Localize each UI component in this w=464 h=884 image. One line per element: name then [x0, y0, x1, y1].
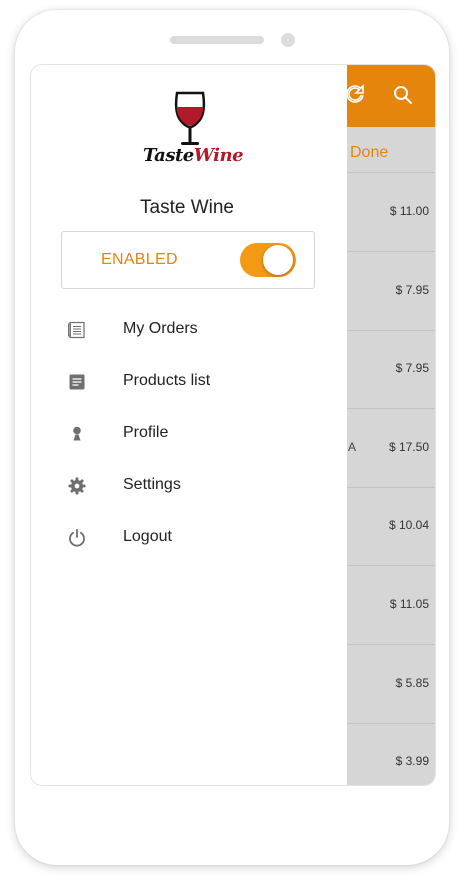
power-icon: [69, 528, 85, 547]
menu-item-profile[interactable]: Profile: [31, 412, 347, 456]
app-logo: TasteWine: [143, 89, 244, 173]
document-icon: [69, 374, 85, 390]
order-row[interactable]: $ 5.85: [347, 645, 435, 724]
menu-item-products-list[interactable]: Products list: [31, 360, 347, 404]
order-row[interactable]: $ 10.04: [347, 487, 435, 567]
availability-status-box: ENABLED: [61, 231, 315, 289]
menu-label-settings: Settings: [123, 476, 181, 493]
toggle-thumb: [263, 245, 293, 275]
order-row-price: $ 7.95: [395, 361, 429, 376]
menu-label-my-orders: My Orders: [123, 320, 198, 337]
order-row[interactable]: $ 11.05: [347, 566, 435, 645]
order-row-price: $ 7.95: [395, 282, 429, 297]
order-row-price: $ 11.00: [389, 204, 429, 218]
person-icon: [73, 426, 81, 441]
navigation-drawer: TasteWine Taste Wine ENABLED My Orders P…: [31, 65, 347, 785]
logo-wordmark: TasteWine: [143, 145, 244, 166]
order-row[interactable]: $ 7.95: [347, 330, 435, 410]
wine-glass-icon: [174, 91, 206, 145]
menu-label-profile: Profile: [123, 424, 169, 441]
order-row-price: $ 17.50: [388, 439, 429, 454]
phone-frame: Done $ 11.00 $ 7.95 $ 7.95 A $ 17.50 $ 10.04 $…: [15, 10, 449, 865]
screen: Done $ 11.00 $ 7.95 $ 7.95 A $ 17.50 $ 10.04 $…: [30, 64, 436, 786]
orders-screen-behind-drawer: Done $ 11.00 $ 7.95 $ 7.95 A $ 17.50 $ 10.04 $…: [346, 65, 435, 785]
app-bar: [346, 65, 435, 127]
menu-label-logout: Logout: [123, 528, 172, 545]
menu-item-my-orders[interactable]: My Orders: [31, 308, 347, 352]
tab-done[interactable]: Done: [350, 144, 388, 162]
order-row-price: $ 3.99: [395, 754, 429, 769]
order-row-text: A: [348, 439, 357, 454]
orders-list-icon: [68, 321, 85, 339]
order-row[interactable]: A $ 17.50: [347, 409, 435, 488]
menu-item-settings[interactable]: Settings: [31, 464, 347, 508]
logo-text-taste: Taste: [143, 145, 194, 166]
status-label: ENABLED: [101, 251, 178, 268]
gear-icon: [68, 477, 86, 495]
order-row[interactable]: $ 3.99: [347, 723, 435, 785]
logo-text-wine: Wine: [193, 145, 244, 166]
search-icon[interactable]: [391, 83, 415, 107]
order-row-price: $ 11.05: [389, 597, 429, 611]
app-name: Taste Wine: [140, 197, 234, 218]
order-row[interactable]: $ 7.95: [347, 252, 435, 331]
order-row-price: $ 10.04: [388, 518, 429, 533]
order-row-price: $ 5.85: [395, 675, 429, 690]
phone-camera: [281, 33, 295, 47]
order-row[interactable]: $ 11.00: [347, 173, 435, 252]
phone-speaker: [170, 36, 264, 44]
menu-label-products-list: Products list: [123, 372, 211, 389]
enabled-toggle[interactable]: [240, 243, 298, 277]
menu-item-logout[interactable]: Logout: [31, 516, 347, 560]
